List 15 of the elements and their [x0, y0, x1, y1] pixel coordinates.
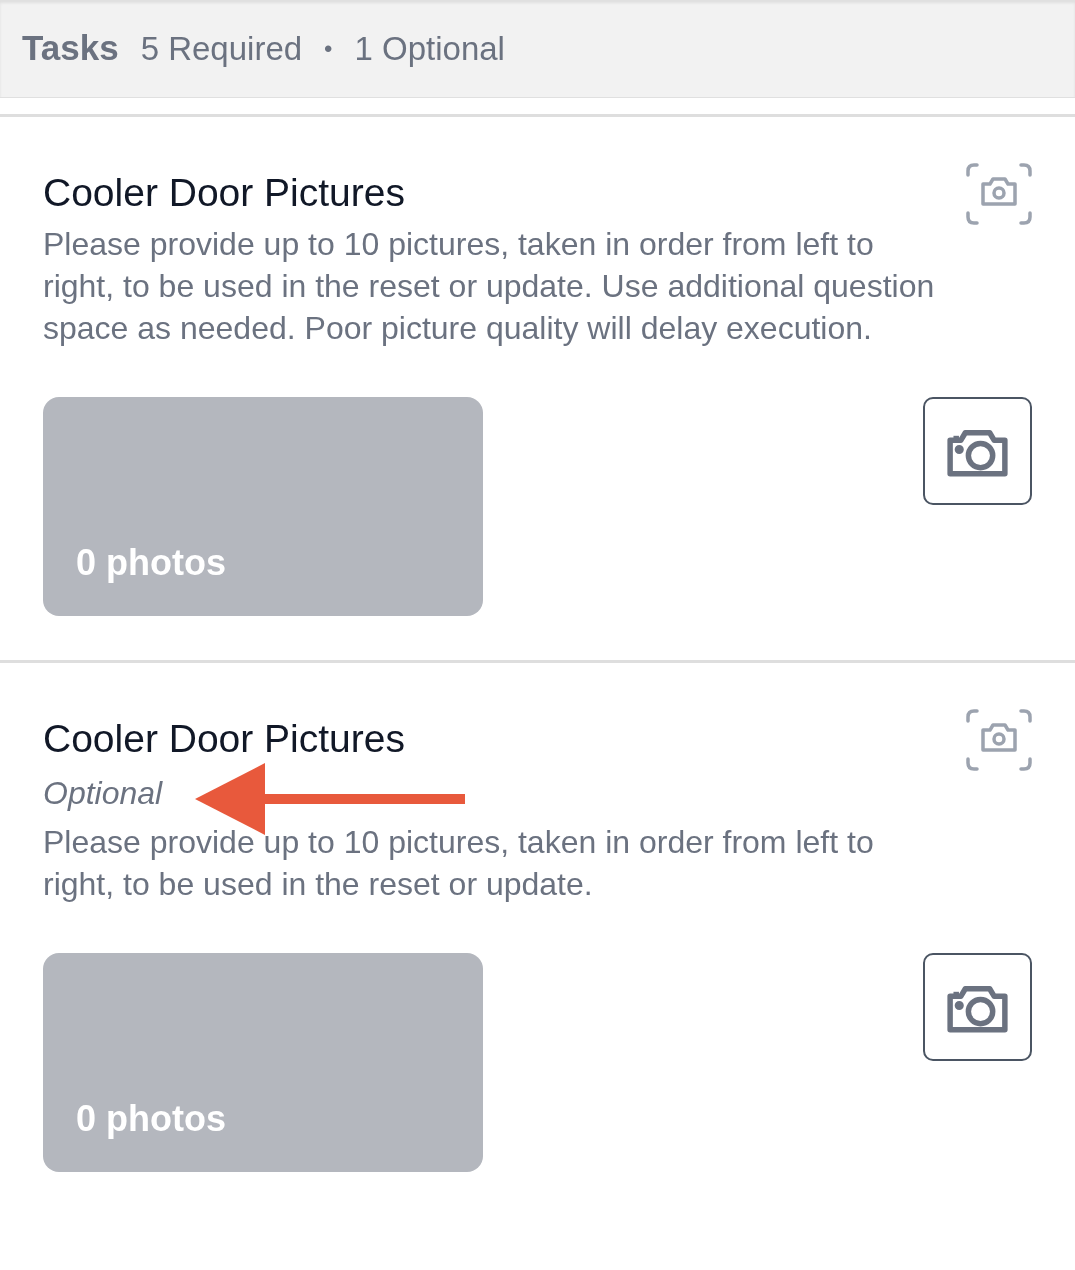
separator-dot: • [324, 33, 333, 64]
task-description: Please provide up to 10 pictures, taken in order from left to right, to be used in the reset or update. [43, 823, 875, 904]
header-title: Tasks [22, 27, 119, 70]
optional-label: Optional [43, 774, 163, 813]
task-title: Cooler Door Pictures [43, 170, 405, 216]
task-description: Please provide up to 10 pictures, taken in order from left to right, to be used in the reset or update. Use additional question space as needed. Poor picture quality will delay execution. [43, 225, 936, 348]
required-count: 5 Required [140, 28, 303, 69]
scan-camera-icon [966, 709, 1032, 771]
scan-camera-icon [966, 163, 1032, 225]
camera-button[interactable] [923, 397, 1032, 505]
photo-count: 0 photos [76, 1097, 226, 1141]
optional-count: 1 Optional [354, 28, 505, 69]
camera-button[interactable] [923, 953, 1032, 1061]
task-title: Cooler Door Pictures [43, 716, 405, 762]
photo-count: 0 photos [76, 541, 226, 585]
